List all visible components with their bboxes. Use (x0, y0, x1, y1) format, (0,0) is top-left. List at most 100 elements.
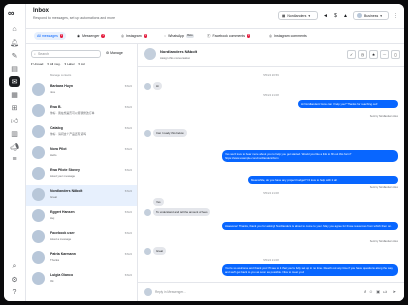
tab-badge: 1 (143, 34, 148, 38)
tab-instagram-comments[interactable]: ◎ Instagram comments (266, 32, 310, 40)
megaphone-icon[interactable]: ◄ (322, 12, 329, 19)
list-item[interactable]: Facebook user Liked a message 5/6/24 (26, 227, 137, 248)
list-item[interactable]: Barbara Huyn nice 5/6/24 (26, 80, 137, 101)
list-item[interactable]: Eggert Hansen Hej 5/6/24 (26, 206, 137, 227)
search-input[interactable]: ⌕ Search (31, 50, 101, 58)
avatar (357, 13, 362, 18)
emoji-icon[interactable]: ☺ (369, 289, 373, 294)
contact-name: Facebook user (50, 231, 75, 235)
tab-whatsapp[interactable]: ◌ WhatsApp Beta (161, 32, 197, 40)
calendar-icon[interactable]: ▦ (9, 89, 20, 100)
conversation-list: ⌕ Search ⚙ Manage ▾ Unread ▾ All msg. ▾ Lab… (26, 44, 138, 301)
message-preview: Ok (50, 279, 54, 283)
thumbs-up-icon[interactable]: 👍︎ (383, 289, 387, 295)
tab-badge: Beta (186, 34, 194, 38)
facebook-icon: ⓕ (207, 33, 211, 38)
tab-facebook-comments[interactable]: ⓕ Facebook comments 1 (204, 32, 253, 40)
filter-ad[interactable]: ▾ Ad (78, 62, 84, 66)
message-time: 5/6/24 (124, 148, 132, 151)
composer-placeholder: Reply in Messenger… (155, 290, 187, 294)
page-subtitle: Respond to messages, set up automations … (33, 16, 116, 20)
account-select[interactable]: ▦ Nordlanders ▾ (278, 11, 318, 20)
list-item[interactable]: Catalog 你好 · 请问这个产品还有货吗 5/6/24 (26, 122, 137, 143)
stats-icon[interactable]: ▥ (9, 128, 20, 139)
list-item[interactable]: Ewa B. 你好 · 我在想是否可以帮我修改订单 5/6/24 (26, 101, 137, 122)
message-preview: Liked your message (50, 174, 76, 178)
left-rail: ∞ ⌂ 🔔︎ ✎ ▤ ✉ ▦ ⊞ 👍︎ ▥ 📣︎ ≡ ⌕ ⚙ ? (4, 4, 26, 301)
list-item[interactable]: Luigia Gianco Ok 5/6/24 (26, 269, 137, 290)
message-preview: Great (50, 195, 57, 199)
chevron-down-icon: ▾ (31, 62, 33, 66)
menu-icon[interactable]: ⋮ (392, 12, 399, 19)
list-item[interactable]: Ewa Pilote Stovey Liked your message 5/6/2… (26, 164, 137, 185)
filter-label-select[interactable]: ▾ Label (65, 62, 75, 66)
avatar (32, 167, 45, 180)
avatar (32, 125, 45, 138)
user-select-label: Business (364, 13, 379, 18)
more-icon[interactable]: ⋯ (380, 50, 389, 59)
message-time: 5/6/24 (124, 85, 132, 88)
sidebar-icon[interactable]: ▯ (391, 50, 400, 59)
message-preview: 你好 · 我在想是否可以帮我修改订单 (50, 111, 95, 115)
contact-name: Luigia Gianco (50, 273, 74, 277)
link-icon[interactable]: ∂ (364, 289, 366, 294)
message-time: 5/6/24 (124, 190, 132, 193)
avatar (144, 288, 152, 296)
bell-icon[interactable]: 🔔︎ (9, 37, 20, 48)
grid-icon[interactable]: ⊞ (9, 102, 20, 113)
message-thread: 5/5/24 20:59 Hi 5/5/24 21:08 Hi Nordland… (138, 67, 404, 288)
message-incoming: Great (153, 247, 166, 255)
tab-badge: 1 (247, 34, 251, 38)
contact-name: Catalog (50, 126, 63, 130)
avatar (144, 48, 156, 60)
message-preview: 你好 · 请问这个产品还有货吗 (50, 132, 87, 136)
message-incoming: Yes (153, 198, 164, 206)
clock-icon[interactable]: ◷ (358, 50, 367, 59)
filter-all[interactable]: ▾ All msg. (47, 62, 60, 66)
chevron-down-icon: ▾ (380, 13, 382, 18)
message-preview: Hello (50, 153, 57, 157)
message-time: 5/6/24 (124, 169, 132, 172)
date-divider: 5/5/24 21:08 (263, 258, 279, 262)
list-item-selected[interactable]: Nordlanders Nåbolt Great 5/6/24 (26, 185, 137, 206)
settings-icon[interactable]: ⚙ (9, 274, 20, 285)
message-preview: Hej (50, 216, 55, 220)
search-icon[interactable]: ⌕ (9, 261, 20, 272)
star-icon[interactable]: ★ (369, 50, 378, 59)
message-composer[interactable]: Reply in Messenger… ∂ ☺ ▣ 👍︎ ➤ (138, 282, 404, 301)
menu-icon[interactable]: ≡ (9, 154, 20, 165)
user-select[interactable]: Business ▾ (353, 11, 389, 20)
bell-icon[interactable]: ▲ (342, 12, 349, 19)
manage-label: Manage (110, 51, 123, 55)
dollar-icon[interactable]: $ (332, 12, 339, 19)
home-icon[interactable]: ⌂ (9, 24, 20, 35)
chart-icon[interactable]: ▤ (9, 63, 20, 74)
list-item[interactable]: Nora Pilot Hello 5/6/24 (26, 143, 137, 164)
manage-button[interactable]: ⚙ Manage (106, 51, 123, 55)
meta-logo[interactable]: ∞ (8, 8, 21, 18)
tab-all-messages[interactable]: All messages 1 (34, 32, 67, 40)
account-select-label: Nordlanders (287, 13, 307, 18)
message-outgoing: Awesome! Thanks, thank you for asking! N… (222, 222, 398, 230)
avatar (32, 188, 45, 201)
send-icon[interactable]: ➤ (393, 289, 396, 294)
message-time: 5/6/24 (124, 253, 132, 256)
instagram-icon: ◎ (121, 34, 125, 38)
tab-instagram[interactable]: ◎ Instagram 1 (118, 32, 150, 40)
tab-label: All messages (37, 34, 58, 38)
tab-messenger[interactable]: ◉ Messenger 1 (74, 32, 108, 40)
filter-unread[interactable]: ▾ Unread (31, 62, 43, 66)
check-icon[interactable]: ✓ (347, 50, 356, 59)
list-item[interactable]: Patria Karmann Thanks 5/6/24 (26, 248, 137, 269)
thumbs-up-icon[interactable]: 👍︎ (9, 115, 20, 126)
avatar (32, 251, 45, 264)
inbox-icon[interactable]: ✉ (9, 76, 20, 87)
contact-name: Patria Karmann (50, 252, 76, 256)
contact-name: Barbara Huyn (50, 84, 73, 88)
help-icon[interactable]: ? (9, 287, 20, 298)
image-icon[interactable]: ▣ (376, 289, 380, 294)
edit-icon[interactable]: ✎ (9, 50, 20, 61)
chevron-down-icon: ▾ (308, 13, 311, 18)
megaphone-icon[interactable]: 📣︎ (9, 141, 20, 152)
assign-link[interactable]: Assign this conversation (160, 56, 190, 60)
